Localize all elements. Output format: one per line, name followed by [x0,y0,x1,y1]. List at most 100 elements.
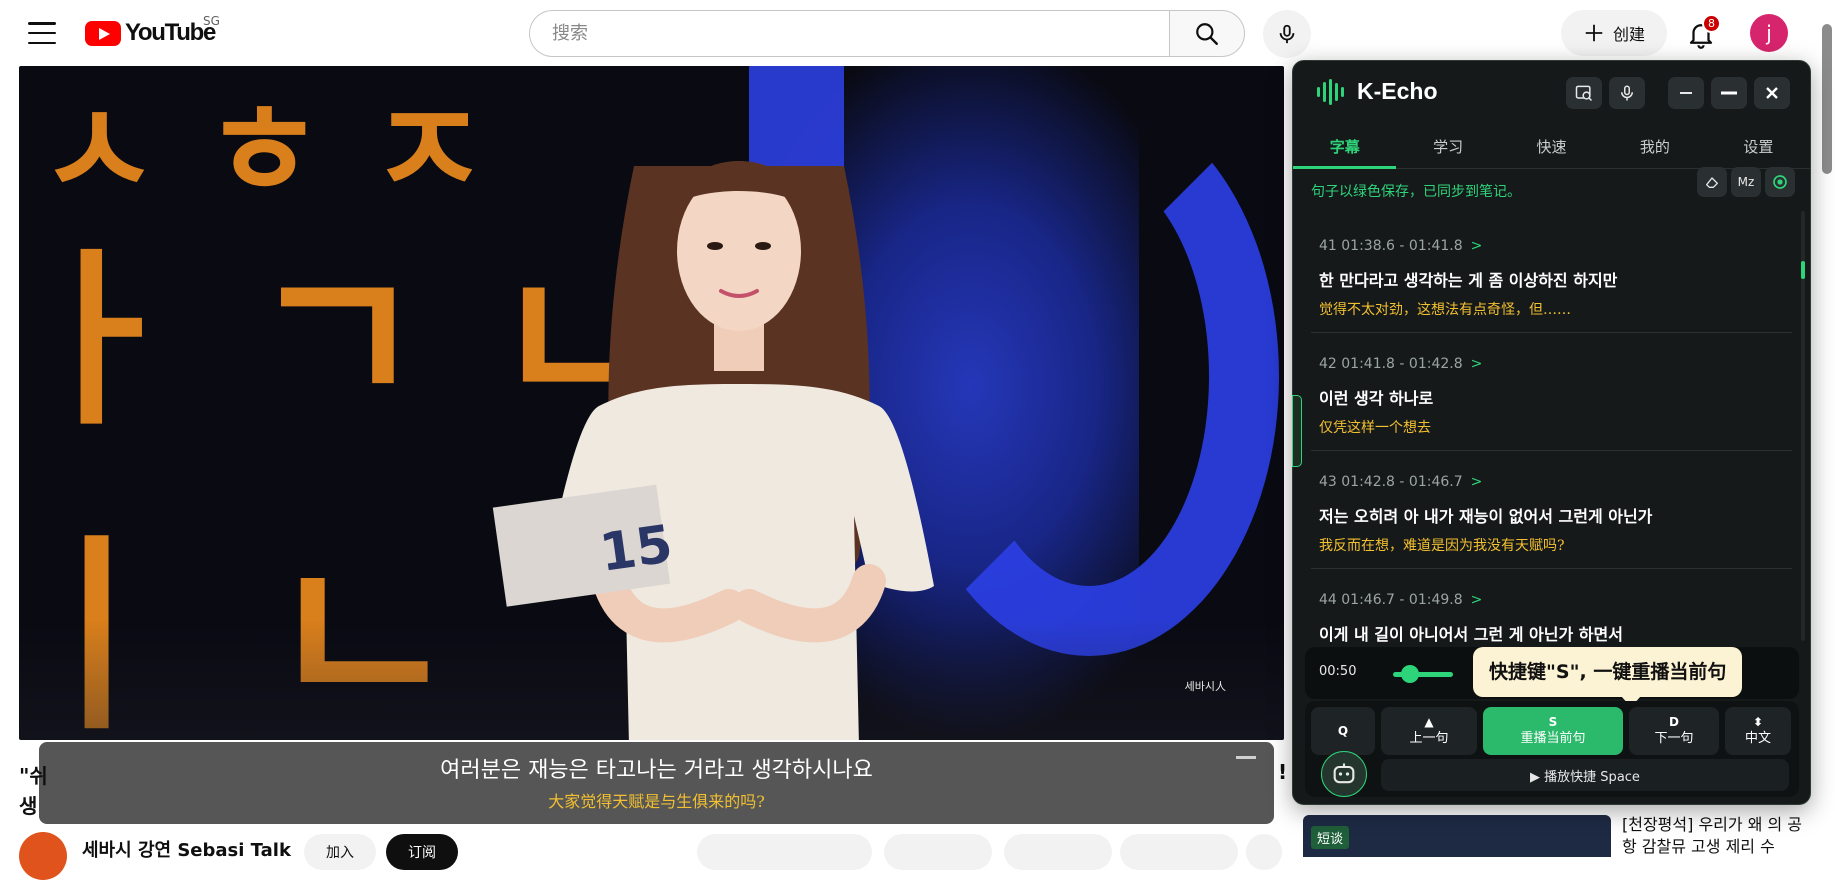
subtitle-scrollbar-thumb[interactable] [1801,261,1805,279]
collapse-button[interactable] [1668,77,1704,109]
assistant-robot-button[interactable] [1321,751,1367,797]
divider [1311,450,1792,451]
screenshot-search-button[interactable] [1566,77,1602,109]
subtitle-entry[interactable]: 43 01:42.8 - 01:46.7 > 저는 오히려 아 내가 재능이 없어… [1293,469,1810,569]
page-scrollbar[interactable] [1822,24,1832,174]
menu-icon[interactable] [28,22,56,44]
subtitle-list[interactable]: 41 01:38.6 - 01:41.8 > 한 만다라고 생각하는 게 좀 이상… [1293,211,1810,643]
youtube-wordmark: YouTube [125,19,216,46]
subtitle-entry[interactable]: 41 01:38.6 - 01:41.8 > 한 만다라고 생각하는 게 좀 이상… [1293,233,1810,333]
share-button[interactable] [884,834,992,870]
more-actions-button[interactable] [1246,834,1282,870]
plus-icon [1585,24,1603,42]
youtube-play-icon [85,20,121,46]
notification-badge: 8 [1702,14,1721,33]
chinese-toggle-button[interactable]: ⬍ 中文 [1725,707,1791,755]
tab-quick[interactable]: 快速 [1500,127,1603,168]
create-button[interactable]: 创建 [1561,10,1667,56]
shortcut-tooltip: 快捷键"S", 一键重播当前句 [1473,647,1743,707]
video-title-fragment: ! [1278,760,1288,784]
k-echo-brand: K-Echo [1357,78,1438,104]
k-echo-logo-icon [1317,79,1344,105]
chevron-right-icon: > [1470,238,1483,254]
minus-icon [1680,92,1692,94]
subtitle-chinese: 仅凭这样一个想去 [1319,420,1431,436]
region-code: SG [203,14,220,28]
youtube-logo[interactable]: YouTube SG [85,14,220,46]
shortcut-label: 重播当前句 [1520,730,1586,746]
subtitle-chinese: 大家觉得天赋是与生俱来的吗? [548,792,765,811]
channel-avatar[interactable] [19,832,67,880]
voice-search-button[interactable] [1263,10,1311,58]
subtitle-overlay: 여러분은 재능은 타고나는 거라고 생각하시나요 大家觉得天赋是与生俱来的吗? [39,742,1274,824]
k-echo-header: K-Echo [1293,61,1810,123]
save-notice: 句子以绿色保存，已同步到笔记。 [1311,184,1521,200]
next-sentence-button[interactable]: D 下一句 [1629,707,1719,755]
play-space-button[interactable]: ▶ 播放快捷 Space [1381,759,1789,791]
download-button[interactable] [1120,834,1238,870]
shortcut-key: S [1548,714,1558,729]
player-time: 00:50 [1319,664,1357,679]
search-box [529,10,1170,57]
sync-button[interactable] [1765,167,1795,197]
robot-icon [1333,763,1355,784]
replay-sentence-button[interactable]: S 重播当前句 [1483,707,1623,755]
subtitle-entry[interactable]: 44 01:46.7 - 01:49.8 > 이게 내 길이 아니어서 그런 게 … [1293,587,1810,643]
recommendation-title[interactable]: [천장평석] 우리가 왜 의 공항 감찰뮤 고생 제리 수 [1622,814,1812,858]
shortcut-key: D [1669,714,1679,729]
recommendation-thumbnail[interactable] [1303,815,1611,857]
join-button[interactable]: 加入 [304,834,376,870]
subtitle-korean: 이런 생각 하나로 [1319,389,1434,408]
subtitle-entry[interactable]: 42 01:41.8 - 01:42.8 > 이런 생각 하나로 仅凭这样一个想去 [1293,351,1810,451]
minimize-subtitle-button[interactable] [1236,756,1256,759]
panel-side-handle[interactable] [1292,395,1302,467]
sync-icon [1773,175,1787,189]
previous-sentence-button[interactable]: ▲ 上一句 [1381,707,1477,755]
eraser-icon [1706,177,1718,188]
tab-subtitles[interactable]: 字幕 [1293,127,1397,169]
save-button[interactable] [1004,834,1112,870]
chevron-right-icon: > [1470,592,1483,608]
k-echo-mic-button[interactable] [1609,77,1645,109]
channel-name[interactable]: 세바시 강연 Sebasi Talk [82,836,291,862]
minimize-button[interactable] [1711,77,1747,109]
image-search-icon [1575,85,1593,102]
youtube-topbar: YouTube SG 创建 8 j [0,0,1835,66]
subtitle-timestamp: 42 01:41.8 - 01:42.8 [1319,356,1463,372]
progress-handle[interactable] [1401,665,1419,683]
shortcut-key: Q [1337,723,1349,738]
subtitle-chinese: 觉得不太对劲，这想法有点奇怪，但…… [1319,302,1571,318]
shortcut-label: 中文 [1744,730,1771,746]
search-button[interactable] [1169,10,1245,57]
subtitle-korean: 한 만다라고 생각하는 게 좀 이상하진 하지만 [1319,271,1618,290]
like-button[interactable] [697,834,872,870]
close-button[interactable] [1754,77,1790,109]
video-player[interactable]: ㅅ ㅎ ㅈ ㅏ ㄱ ㄴ ㅣ ㄴ 15 세바시人 [19,66,1284,740]
microphone-icon [1621,85,1633,101]
subtitle-korean: 여러분은 재능은 타고나는 거라고 생각하시나요 [440,758,873,783]
video-watermark: 세바시人 [1184,680,1226,693]
k-echo-panel: K-Echo 字幕 学习 快速 我的 设置 句子以绿色保存，已同步到笔记。 Mz… [1292,60,1811,805]
chevron-right-icon: > [1470,474,1483,490]
tab-settings[interactable]: 设置 [1707,127,1810,168]
q-shortcut-button[interactable]: Q [1311,707,1375,755]
shortcut-label: 下一句 [1654,730,1694,746]
notifications-button[interactable]: 8 [1683,14,1721,52]
speaker-figure: 15 [492,161,934,740]
video-title-fragment: "쉬 [19,764,48,788]
subtitle-timestamp: 43 01:42.8 - 01:46.7 [1319,474,1463,490]
divider [1311,568,1792,569]
tab-study[interactable]: 学习 [1396,127,1499,168]
create-label: 创建 [1612,25,1645,44]
k-echo-tabs: 字幕 学习 快速 我的 设置 [1293,127,1810,169]
mz-toggle-button[interactable]: Mz [1731,167,1761,197]
svg-text:15: 15 [596,514,676,583]
tab-mine[interactable]: 我的 [1603,127,1706,168]
subscribe-button[interactable]: 订阅 [386,834,458,870]
minimize-icon [1721,91,1737,95]
up-arrow-icon: ▲ [1424,714,1434,729]
toggle-icon: ⬍ [1752,714,1764,729]
account-avatar[interactable]: j [1750,14,1788,52]
eraser-button[interactable] [1697,167,1727,197]
search-input[interactable] [550,22,1170,45]
